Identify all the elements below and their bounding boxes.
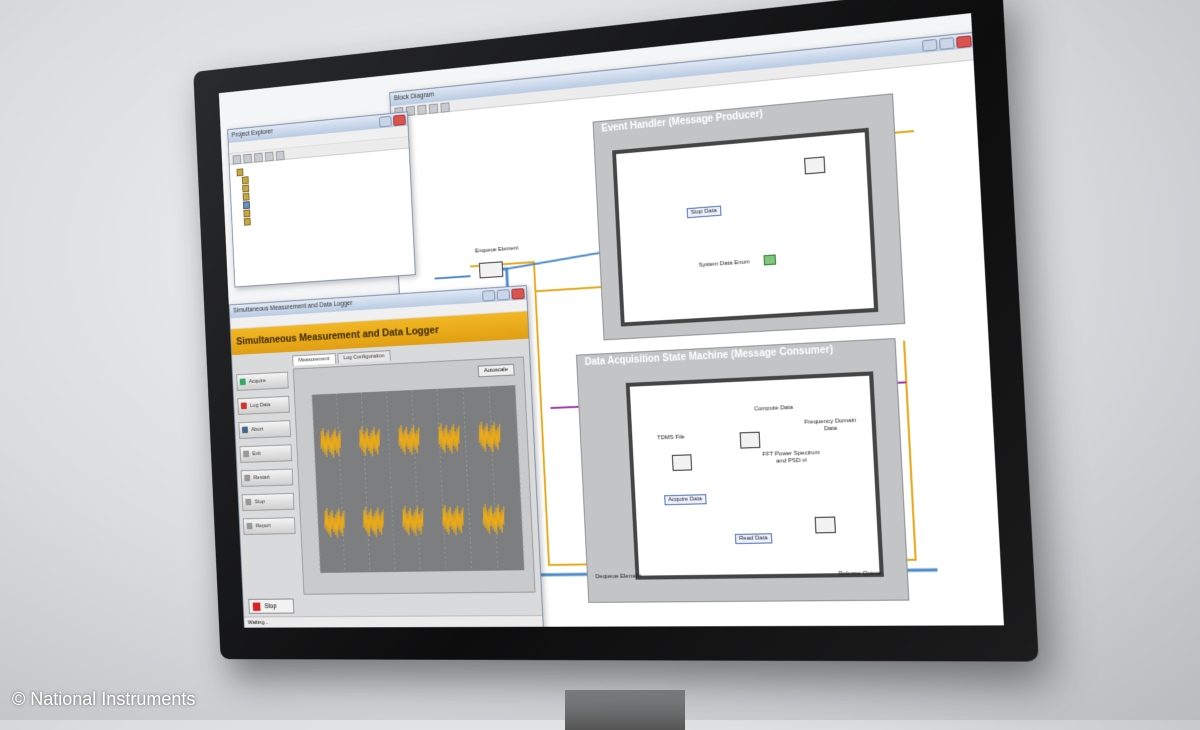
log-data-button[interactable]: Log Data [237, 395, 290, 415]
acquire-label: Acquire [248, 378, 267, 385]
restart-button[interactable]: Restart [240, 468, 294, 487]
exit-icon [243, 450, 250, 458]
report-label: Report [255, 523, 271, 530]
minimize-button[interactable] [378, 115, 392, 128]
monitor-stand [565, 690, 685, 730]
frequency-domain-label: Frequency Domain Data [804, 417, 857, 433]
waveform-graph[interactable]: Autoscale [292, 356, 536, 595]
close-button[interactable] [392, 114, 406, 127]
tdms-node [671, 454, 693, 471]
maximize-button[interactable] [496, 289, 510, 301]
tab-log-configuration[interactable]: Log Configuration [337, 350, 391, 364]
minimize-button[interactable] [482, 290, 496, 302]
maximize-button[interactable] [939, 37, 955, 51]
autoscale-button[interactable]: Autoscale [477, 363, 515, 378]
folder-icon [242, 184, 250, 193]
acquire-data-constant: Acquire Data [664, 494, 707, 506]
cut-icon[interactable] [264, 151, 274, 162]
stop-label: Stop [264, 603, 277, 610]
close-button[interactable] [511, 288, 525, 300]
monitor: Block Diagram Event Handler (Message Pro… [193, 0, 1039, 662]
highlight-icon[interactable] [440, 102, 450, 113]
project-title: Project Explorer [231, 128, 274, 139]
release-queue-label: Release Queue [838, 570, 882, 578]
exit-label: Exit [252, 451, 261, 457]
case-structure: TDMS File Compute Data FFT Power Spectru… [625, 371, 884, 580]
open-icon[interactable] [243, 153, 253, 164]
restart-label: Restart [253, 474, 270, 482]
enqueue-node [804, 156, 826, 175]
stop-button[interactable]: Stop [248, 598, 295, 614]
vi-icon [242, 200, 250, 209]
read-data-constant: Read Data [734, 533, 773, 545]
report-button[interactable]: Report [242, 517, 296, 536]
side-button-column: Acquire Log Data Abort Exit Restart Stop… [236, 371, 296, 543]
vi-icon [243, 217, 251, 226]
tab-measurement[interactable]: Measurement [292, 353, 336, 366]
acquire-button[interactable]: Acquire [236, 371, 289, 391]
obtain-queue-node [478, 261, 504, 279]
status-text: Waiting... [247, 620, 269, 626]
stop-side-button[interactable]: Stop [241, 492, 295, 512]
system-data-enum-label: System Data Enum [698, 259, 750, 269]
abort-icon[interactable] [417, 104, 427, 116]
folder-icon [236, 167, 244, 176]
abort-label: Abort [251, 426, 264, 433]
record-icon [240, 402, 247, 410]
copyright-credit: © National Instruments [12, 689, 196, 709]
pause-icon[interactable] [428, 103, 439, 114]
front-panel-window: Simultaneous Measurement and Data Logger… [228, 285, 544, 628]
event-structure: Stop Data System Data Enum [612, 127, 879, 327]
minimize-button[interactable] [922, 38, 938, 52]
tdms-file-label: TDMS File [657, 434, 685, 442]
stop-icon [245, 498, 252, 506]
folder-icon [242, 192, 250, 201]
new-icon[interactable] [232, 154, 242, 165]
restart-icon [244, 474, 251, 482]
release-node [814, 516, 836, 534]
screen: Block Diagram Event Handler (Message Pro… [218, 13, 1004, 628]
fft-label: FFT Power Spectrum and PSD.vi [762, 450, 821, 465]
project-explorer-window: Project Explorer [227, 111, 416, 288]
stop-data-constant: Stop Data [686, 205, 722, 219]
abort-icon [241, 426, 249, 434]
folder-icon [241, 175, 249, 184]
stop-side-label: Stop [254, 499, 266, 506]
boolean-indicator [763, 254, 777, 266]
report-icon [246, 522, 253, 530]
acquire-icon [239, 378, 246, 386]
fft-node [739, 431, 761, 449]
stop-icon [252, 602, 261, 611]
log-data-label: Log Data [249, 402, 271, 409]
copy-icon[interactable] [275, 150, 285, 161]
abort-button[interactable]: Abort [238, 420, 292, 439]
close-button[interactable] [956, 35, 972, 49]
status-bar: Waiting... [244, 614, 544, 628]
dequeue-element-label: Dequeue Element [595, 573, 642, 581]
vi-icon [243, 209, 251, 217]
exit-button[interactable]: Exit [239, 444, 293, 463]
diagram-title: Block Diagram [393, 91, 435, 103]
event-handler-frame: Event Handler (Message Producer) Stop Da… [592, 93, 906, 341]
compute-data-label: Compute Data [753, 404, 794, 413]
waveform-plot [294, 357, 535, 593]
save-icon[interactable] [254, 152, 263, 163]
daq-state-machine-frame: Data Acquisition State Machine (Message … [575, 338, 910, 603]
